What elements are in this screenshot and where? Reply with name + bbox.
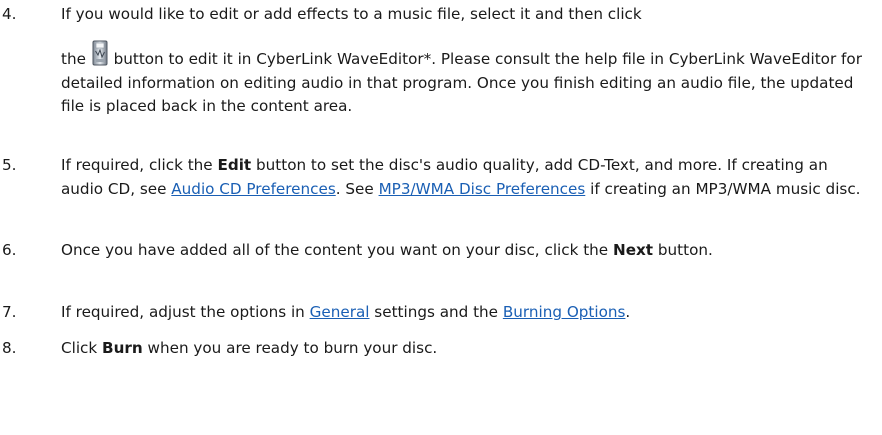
audio-cd-preferences-link[interactable]: Audio CD Preferences: [171, 180, 335, 198]
next-button-label: Next: [612, 241, 654, 259]
step-text: If required, click the Edit button to se…: [61, 154, 866, 201]
mp3-wma-disc-preferences-link[interactable]: MP3/WMA Disc Preferences: [379, 180, 586, 198]
step-text-segment: settings and the: [369, 303, 503, 321]
step-number: 7.: [2, 303, 17, 321]
edit-button-label: Edit: [217, 156, 252, 174]
step-text-line: If you would like to edit or add effects…: [61, 5, 642, 23]
wave-editor-icon[interactable]: [92, 39, 108, 67]
step-text-segment: button to edit it in CyberLink WaveEdito…: [61, 50, 862, 115]
step-text: Once you have added all of the content y…: [61, 239, 866, 263]
step-text-segment: Once you have added all of the content y…: [61, 241, 613, 259]
step-text-segment: the: [61, 50, 86, 68]
step-number: 6.: [2, 241, 17, 259]
step-text: Click Burn when you are ready to burn yo…: [61, 337, 866, 361]
step-text-segment: Click: [61, 339, 103, 357]
step-text: If required, adjust the options in Gener…: [61, 301, 866, 325]
step-text-segment: when you are ready to burn your disc.: [142, 339, 438, 357]
step-text-segment: If required, adjust the options in: [61, 303, 310, 321]
step-text-segment: If required, click the: [61, 156, 218, 174]
burning-options-link[interactable]: Burning Options: [503, 303, 626, 321]
general-settings-link[interactable]: General: [310, 303, 370, 321]
step-text: If you would like to edit or add effects…: [61, 3, 866, 119]
step-text-segment: . See: [335, 179, 379, 198]
step-text-continued: the button to edit it in CyberLink WaveE…: [61, 39, 866, 119]
step-number: 5.: [2, 156, 17, 174]
step-number: 8.: [2, 339, 17, 357]
burn-button-label: Burn: [102, 339, 143, 357]
step-text-segment: if creating an MP3/WMA music disc.: [585, 179, 861, 198]
step-number: 4.: [2, 5, 17, 23]
step-text-segment: button.: [653, 241, 713, 259]
step-text-segment: .: [625, 303, 631, 321]
